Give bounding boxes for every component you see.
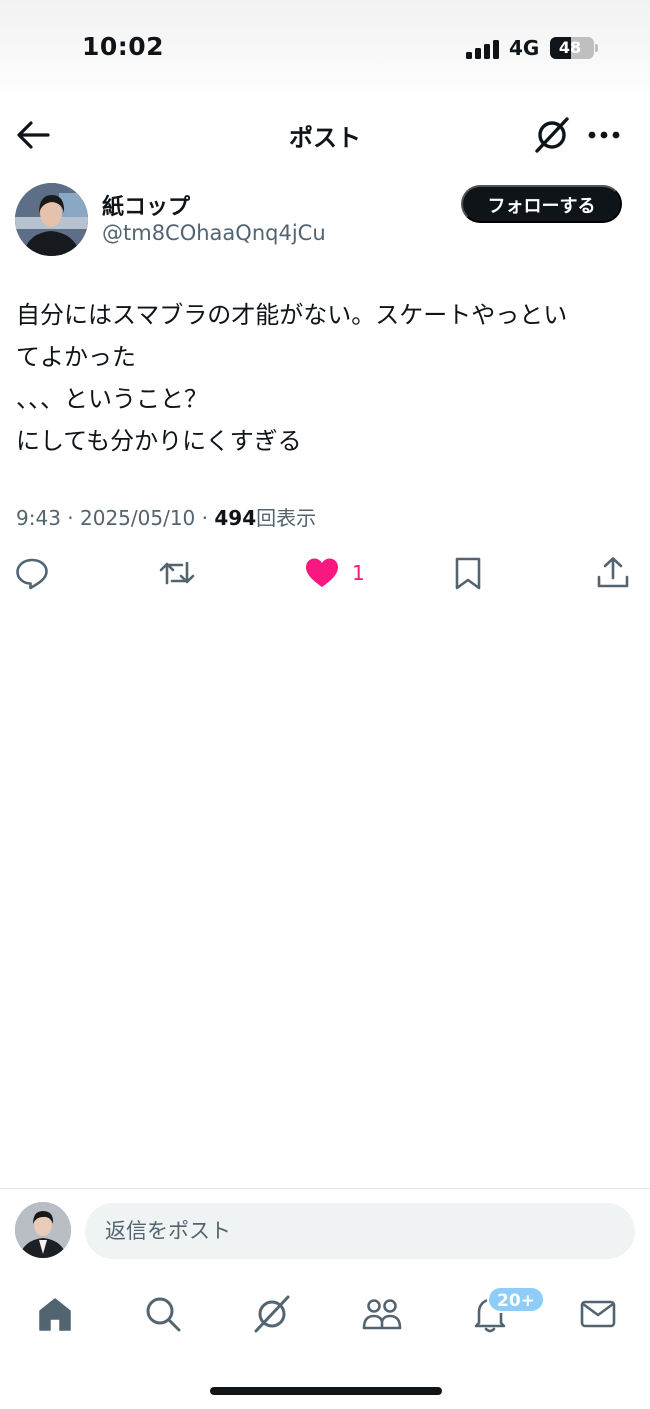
status-time: 10:02 bbox=[82, 32, 165, 61]
retweet-button[interactable] bbox=[158, 550, 196, 596]
grok-icon bbox=[254, 1295, 290, 1333]
like-count: 1 bbox=[352, 561, 365, 585]
post-header: ポスト bbox=[0, 100, 650, 170]
tab-communities[interactable] bbox=[358, 1290, 406, 1338]
notifications-badge: 20+ bbox=[487, 1286, 545, 1313]
author-handle[interactable]: @tm8COhaaQnq4jCu bbox=[102, 221, 326, 245]
post-text-line: 、、、ということ？ bbox=[16, 385, 208, 413]
post-text-line: てよかった bbox=[16, 343, 136, 371]
home-indicator[interactable] bbox=[210, 1387, 442, 1395]
post-meta: 9:43 · 2025/05/10 · 494回表示 bbox=[16, 502, 316, 531]
battery-icon: 48 bbox=[550, 37, 594, 59]
bookmark-icon bbox=[455, 557, 481, 590]
search-icon bbox=[146, 1297, 181, 1332]
follow-button[interactable]: フォローする bbox=[461, 185, 622, 223]
share-icon bbox=[597, 557, 629, 588]
bookmark-button[interactable] bbox=[450, 550, 486, 596]
meta-separator: · bbox=[67, 506, 74, 530]
reply-button[interactable] bbox=[14, 550, 50, 596]
tab-messages[interactable] bbox=[574, 1290, 622, 1338]
views-label[interactable]: 回表示 bbox=[256, 506, 316, 530]
reply-bar bbox=[0, 1189, 650, 1269]
home-icon bbox=[39, 1298, 71, 1331]
post-time: 9:43 bbox=[16, 506, 61, 530]
battery-nub bbox=[595, 44, 598, 52]
bottom-tab-bar bbox=[0, 1280, 650, 1350]
reply-icon bbox=[16, 558, 48, 590]
author-display-name[interactable]: 紙コップ bbox=[102, 189, 190, 221]
like-icon bbox=[306, 558, 338, 587]
meta-separator: · bbox=[201, 506, 208, 530]
like-button[interactable]: 1 bbox=[304, 550, 365, 596]
battery-percent: 48 bbox=[558, 38, 582, 57]
reply-input[interactable] bbox=[85, 1203, 635, 1259]
network-type: 4G bbox=[509, 36, 540, 60]
tab-grok[interactable] bbox=[248, 1290, 296, 1338]
tab-search[interactable] bbox=[139, 1290, 187, 1338]
messages-icon bbox=[580, 1300, 616, 1328]
post-actions: 1 bbox=[0, 550, 650, 596]
status-bar: 10:02 4G 48 bbox=[0, 0, 650, 100]
post-text-line: 自分にはスマブラの才能がない。スケートやっとい bbox=[16, 301, 568, 329]
views-count[interactable]: 494 bbox=[214, 506, 256, 530]
post-date: 2025/05/10 bbox=[80, 506, 196, 530]
tab-home[interactable] bbox=[31, 1290, 79, 1338]
share-button[interactable] bbox=[595, 550, 631, 596]
retweet-icon bbox=[159, 561, 195, 585]
post-text: 自分にはスマブラの才能がない。スケートやっとい てよかった 、、、ということ？ … bbox=[16, 294, 636, 462]
user-avatar[interactable] bbox=[15, 1202, 71, 1258]
post-text-line: にしても分かりにくすぎる bbox=[16, 427, 302, 455]
communities-icon bbox=[362, 1299, 402, 1330]
more-icon[interactable] bbox=[584, 120, 624, 150]
grok-icon[interactable] bbox=[531, 114, 573, 156]
cellular-signal-icon bbox=[466, 39, 500, 59]
author-avatar[interactable] bbox=[15, 183, 88, 256]
